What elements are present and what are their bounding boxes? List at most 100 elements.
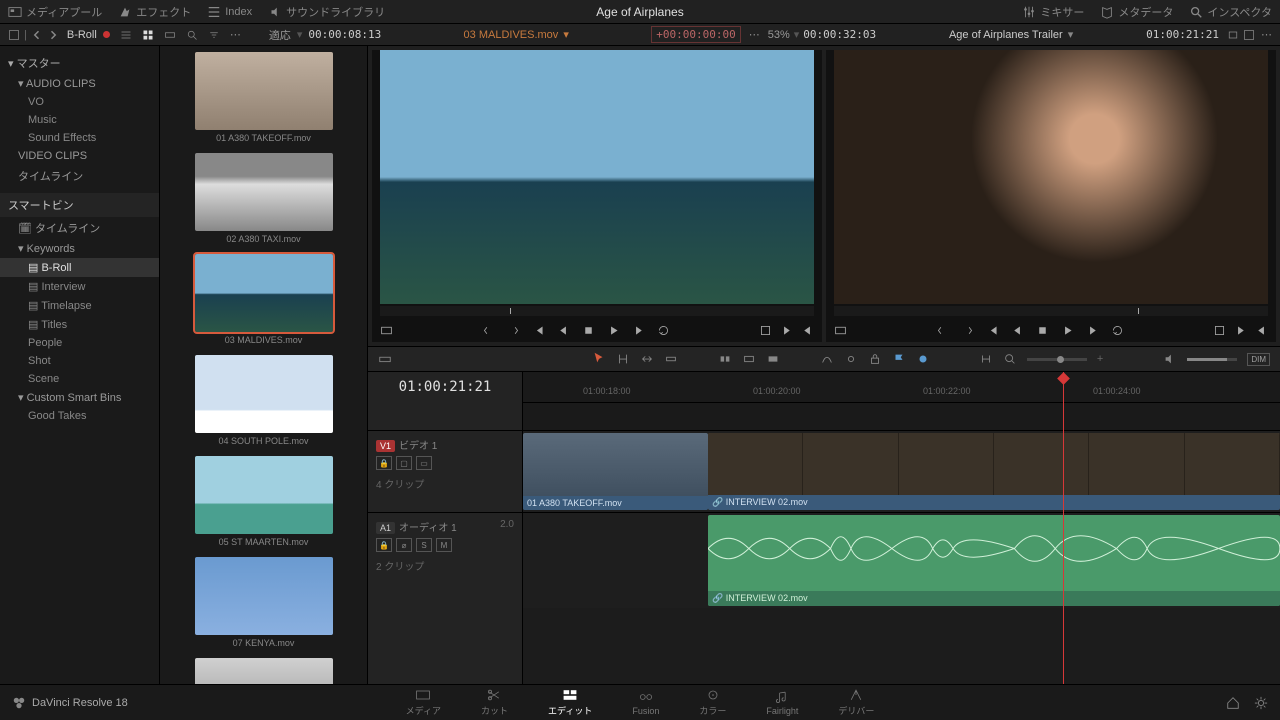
tl-view-icon[interactable] <box>378 352 392 366</box>
prg-markout-icon[interactable] <box>961 324 974 337</box>
track-a1[interactable]: 🔗 INTERVIEW 02.mov <box>523 512 1280 608</box>
list-view-icon[interactable] <box>120 29 132 41</box>
tree-video-clips[interactable]: VIDEO CLIPS <box>0 147 159 165</box>
trim-tool-icon[interactable] <box>616 352 630 366</box>
index-toggle[interactable]: Index <box>207 5 252 19</box>
src-in-icon[interactable] <box>780 324 793 337</box>
tree-timeline[interactable]: タイムライン <box>0 165 159 187</box>
tab-cut[interactable]: カット <box>481 688 508 717</box>
metadata-toggle[interactable]: メタデータ <box>1100 4 1173 20</box>
nav-back-icon[interactable] <box>31 29 43 41</box>
tree-keywords[interactable]: ▾ Keywords <box>0 239 159 258</box>
tree-sfx[interactable]: Sound Effects <box>0 129 159 147</box>
selection-tool-icon[interactable] <box>592 351 606 365</box>
flag-icon[interactable] <box>892 352 906 366</box>
source-clip-name[interactable]: 03 MALDIVES.mov <box>464 29 559 41</box>
sound-library-toggle[interactable]: サウンドライブラリ <box>268 4 385 20</box>
volume-slider[interactable] <box>1187 358 1237 361</box>
tab-fairlight[interactable]: Fairlight <box>766 690 798 716</box>
tab-media[interactable]: メディア <box>406 688 441 717</box>
src-play-icon[interactable] <box>607 324 620 337</box>
tree-broll[interactable]: ▤ B-Roll <box>0 258 159 277</box>
prg-prev-icon[interactable] <box>1011 324 1024 337</box>
clip-thumb[interactable] <box>195 658 333 684</box>
effects-toggle[interactable]: エフェクト <box>118 4 191 20</box>
replace-icon[interactable] <box>766 352 780 366</box>
tab-edit[interactable]: エディット <box>548 688 592 717</box>
inspector-toggle[interactable]: インスペクタ <box>1189 4 1272 20</box>
timeline-timecode[interactable]: 01:00:21:21 <box>368 372 522 402</box>
program-scrubber[interactable]: .scrub[style*="70"]::after{left:70%} <box>834 306 1268 316</box>
bin-list-icon[interactable] <box>8 29 20 41</box>
tree-shot[interactable]: Shot <box>0 352 159 370</box>
retime-icon[interactable] <box>820 352 834 366</box>
src-first-icon[interactable] <box>532 324 545 337</box>
strip-view-icon[interactable] <box>164 29 176 41</box>
clip-thumb[interactable]: 04 SOUTH POLE.mov <box>195 355 333 446</box>
program-viewer-image[interactable] <box>834 50 1268 304</box>
src-out-icon[interactable] <box>801 324 814 337</box>
a1-header[interactable]: A1オーディオ 1 2.0 🔒⌀SM 2 クリップ <box>368 512 522 608</box>
source-scrubber[interactable] <box>380 306 814 316</box>
marker-icon[interactable] <box>916 352 930 366</box>
clip-thumb[interactable]: 05 ST MAARTEN.mov <box>195 456 333 547</box>
overwrite-icon[interactable] <box>742 352 756 366</box>
clip-thumb[interactable]: 03 MALDIVES.mov <box>195 254 333 345</box>
home-icon[interactable] <box>1226 696 1240 710</box>
mixer-toggle[interactable]: ミキサー <box>1022 4 1084 20</box>
dynamic-trim-icon[interactable] <box>640 352 654 366</box>
source-timecode[interactable]: 00:00:08:13 <box>308 28 381 41</box>
volume-icon[interactable] <box>1163 352 1177 366</box>
clip-thumb[interactable]: 01 A380 TAKEOFF.mov <box>195 52 333 143</box>
track-v1[interactable]: 01 A380 TAKEOFF.mov 🔗 INTERVIEW 02.mov <box>523 430 1280 512</box>
prg-markin-icon[interactable] <box>936 324 949 337</box>
tree-vo[interactable]: VO <box>0 93 159 111</box>
source-viewer-image[interactable] <box>380 50 814 304</box>
clip-video-1[interactable]: 01 A380 TAKEOFF.mov <box>523 433 708 510</box>
tree-audio-clips[interactable]: ▾ AUDIO CLIPS <box>0 74 159 93</box>
media-pool-toggle[interactable]: メディアプール <box>8 4 102 20</box>
tree-music[interactable]: Music <box>0 111 159 129</box>
duration-timecode[interactable]: 00:00:32:03 <box>803 28 876 41</box>
clip-thumb[interactable]: 07 KENYA.mov <box>195 557 333 648</box>
src-mode-icon[interactable] <box>380 324 393 337</box>
tree-tl[interactable]: 🗓 タイムライン <box>0 217 159 239</box>
settings-icon[interactable] <box>1254 696 1268 710</box>
loop-icon[interactable] <box>1227 29 1239 41</box>
tree-custom[interactable]: ▾ Custom Smart Bins <box>0 388 159 407</box>
prg-stop-icon[interactable] <box>1036 324 1049 337</box>
clip-thumb[interactable]: 02 A380 TAXI.mov <box>195 153 333 244</box>
prg-in-icon[interactable] <box>1234 324 1247 337</box>
prg-play-icon[interactable] <box>1061 324 1074 337</box>
prg-next-icon[interactable] <box>1086 324 1099 337</box>
more-icon-2[interactable]: ⋯ <box>749 28 760 41</box>
tree-good[interactable]: Good Takes <box>0 407 159 425</box>
prg-first-icon[interactable] <box>986 324 999 337</box>
link-icon[interactable] <box>844 352 858 366</box>
tree-scene[interactable]: Scene <box>0 370 159 388</box>
zoom-percent[interactable]: 53% <box>768 29 790 41</box>
tab-fusion[interactable]: Fusion <box>632 690 659 716</box>
src-match-icon[interactable] <box>759 324 772 337</box>
dim-button[interactable]: DIM <box>1247 353 1270 366</box>
clip-audio-1[interactable]: 🔗 INTERVIEW 02.mov <box>708 515 1280 606</box>
more-icon[interactable]: ⋯ <box>230 28 241 41</box>
tree-titles[interactable]: ▤ Titles <box>0 315 159 334</box>
offset-field[interactable]: +00:00:00:00 <box>651 26 740 43</box>
prg-out-icon[interactable] <box>1255 324 1268 337</box>
src-loop-icon[interactable] <box>657 324 670 337</box>
src-markout-icon[interactable] <box>507 324 520 337</box>
src-prev-icon[interactable] <box>557 324 570 337</box>
timeline-canvas[interactable]: 01:00:18:00 01:00:20:00 01:00:22:00 01:0… <box>523 372 1280 684</box>
thumb-view-icon[interactable] <box>142 29 154 41</box>
zoom-icon[interactable] <box>1003 352 1017 366</box>
src-stop-icon[interactable] <box>582 324 595 337</box>
clip-video-2[interactable]: 🔗 INTERVIEW 02.mov <box>708 433 1280 510</box>
prg-match-icon[interactable] <box>1213 324 1226 337</box>
more-icon-3[interactable]: ⋯ <box>1261 28 1272 41</box>
tree-master[interactable]: ▾ マスター <box>0 52 159 74</box>
snap-icon[interactable] <box>979 352 993 366</box>
prg-mode-icon[interactable] <box>834 324 847 337</box>
tab-deliver[interactable]: デリバー <box>838 688 874 717</box>
lock-icon[interactable] <box>868 352 882 366</box>
